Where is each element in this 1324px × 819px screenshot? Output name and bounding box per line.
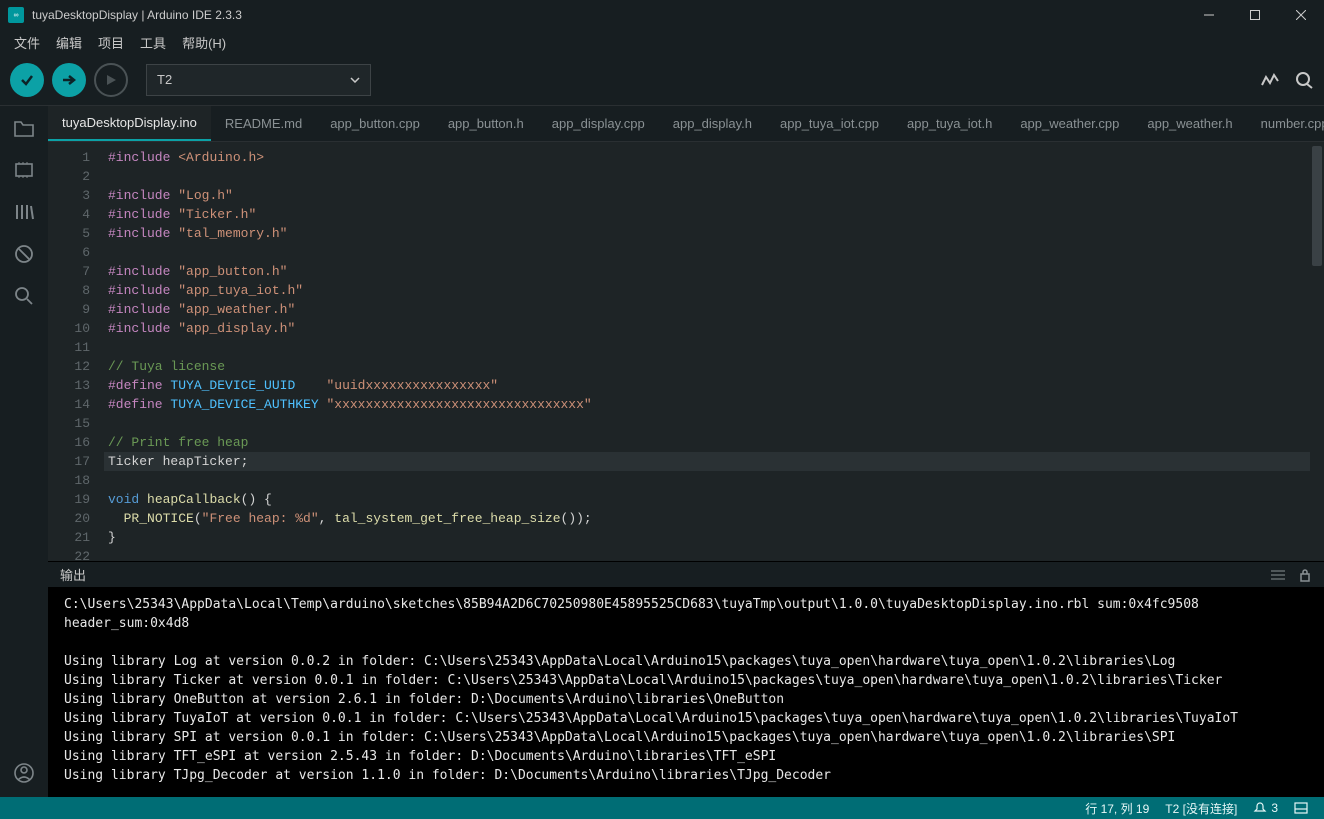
app-logo-icon: ∞ — [8, 7, 24, 23]
code-editor[interactable]: 1234567891011121314151617181920212223 #i… — [48, 142, 1324, 561]
window-controls — [1186, 0, 1324, 30]
code-line[interactable]: #include <Arduino.h> — [104, 148, 1310, 167]
code-line[interactable] — [104, 167, 1310, 186]
code-line[interactable]: #include "app_display.h" — [104, 319, 1310, 338]
serial-plotter-icon[interactable] — [1260, 71, 1280, 89]
maximize-button[interactable] — [1232, 0, 1278, 30]
status-cursor[interactable]: 行 17, 列 19 — [1077, 800, 1157, 817]
debug-icon[interactable] — [12, 242, 36, 266]
upload-button[interactable] — [52, 63, 86, 97]
main-area: tuyaDesktopDisplay.inoREADME.mdapp_butto… — [0, 106, 1324, 797]
tab-README-md[interactable]: README.md — [211, 106, 316, 141]
editor-tabs: tuyaDesktopDisplay.inoREADME.mdapp_butto… — [48, 106, 1324, 142]
sketchbook-icon[interactable] — [12, 116, 36, 140]
output-panel[interactable]: C:\Users\25343\AppData\Local\Temp\arduin… — [48, 587, 1324, 797]
status-close-panel[interactable] — [1286, 802, 1316, 814]
vertical-scrollbar[interactable] — [1310, 142, 1324, 561]
menu-sketch[interactable]: 项目 — [90, 33, 132, 52]
output-title: 输出 — [60, 565, 86, 584]
chevron-down-icon — [350, 77, 360, 83]
code-line[interactable]: // Print free heap — [104, 433, 1310, 452]
code-line[interactable]: Ticker heapTicker; — [104, 452, 1310, 471]
tab-app-weather-h[interactable]: app_weather.h — [1133, 106, 1246, 141]
code-line[interactable] — [104, 338, 1310, 357]
board-selector[interactable]: T2 — [146, 64, 371, 96]
library-manager-icon[interactable] — [12, 200, 36, 224]
account-icon[interactable] — [12, 761, 36, 785]
close-button[interactable] — [1278, 0, 1324, 30]
code-area[interactable]: #include <Arduino.h>#include "Log.h"#inc… — [104, 142, 1310, 561]
tab-app-weather-cpp[interactable]: app_weather.cpp — [1006, 106, 1133, 141]
output-options-icon[interactable] — [1270, 568, 1286, 582]
output-header: 输出 — [48, 561, 1324, 587]
window-title: tuyaDesktopDisplay | Arduino IDE 2.3.3 — [32, 8, 1186, 22]
code-line[interactable]: PR_NOTICE("Free heap: %d", tal_system_ge… — [104, 509, 1310, 528]
code-line[interactable]: // Tuya license — [104, 357, 1310, 376]
tab-app-display-h[interactable]: app_display.h — [659, 106, 766, 141]
menu-help[interactable]: 帮助(H) — [174, 33, 234, 52]
tab-app-button-h[interactable]: app_button.h — [434, 106, 538, 141]
tab-app-tuya-iot-cpp[interactable]: app_tuya_iot.cpp — [766, 106, 893, 141]
board-selector-label: T2 — [157, 72, 172, 87]
minimize-button[interactable] — [1186, 0, 1232, 30]
sidebar — [0, 106, 48, 797]
status-notif-count: 3 — [1271, 801, 1278, 815]
content-area: tuyaDesktopDisplay.inoREADME.mdapp_butto… — [48, 106, 1324, 797]
code-line[interactable]: } — [104, 528, 1310, 547]
tab-tuyaDesktopDisplay-ino[interactable]: tuyaDesktopDisplay.ino — [48, 106, 211, 141]
code-line[interactable] — [104, 243, 1310, 262]
scrollbar-thumb[interactable] — [1312, 146, 1322, 266]
code-line[interactable]: void heapCallback() { — [104, 490, 1310, 509]
menubar: 文件 编辑 项目 工具 帮助(H) — [0, 30, 1324, 54]
debug-button[interactable] — [94, 63, 128, 97]
tab-app-display-cpp[interactable]: app_display.cpp — [538, 106, 659, 141]
line-gutter: 1234567891011121314151617181920212223 — [48, 142, 104, 561]
code-line[interactable] — [104, 471, 1310, 490]
menu-edit[interactable]: 编辑 — [48, 33, 90, 52]
menu-tools[interactable]: 工具 — [132, 33, 174, 52]
toolbar: T2 — [0, 54, 1324, 106]
code-line[interactable]: #include "app_weather.h" — [104, 300, 1310, 319]
output-lock-icon[interactable] — [1298, 568, 1312, 582]
menu-file[interactable]: 文件 — [6, 33, 48, 52]
code-line[interactable]: #include "Log.h" — [104, 186, 1310, 205]
code-line[interactable]: #define TUYA_DEVICE_AUTHKEY "xxxxxxxxxxx… — [104, 395, 1310, 414]
boards-manager-icon[interactable] — [12, 158, 36, 182]
bell-icon — [1253, 801, 1267, 815]
status-notifications[interactable]: 3 — [1245, 801, 1286, 815]
status-board[interactable]: T2 [没有连接] — [1157, 800, 1245, 817]
tab-app-button-cpp[interactable]: app_button.cpp — [316, 106, 434, 141]
code-line[interactable] — [104, 414, 1310, 433]
tab-number-cpp[interactable]: number.cpp — [1247, 106, 1324, 141]
code-line[interactable]: #define TUYA_DEVICE_UUID "uuidxxxxxxxxxx… — [104, 376, 1310, 395]
verify-button[interactable] — [10, 63, 44, 97]
search-icon[interactable] — [12, 284, 36, 308]
code-line[interactable]: #include "Ticker.h" — [104, 205, 1310, 224]
code-line[interactable]: #include "app_tuya_iot.h" — [104, 281, 1310, 300]
code-line[interactable]: #include "tal_memory.h" — [104, 224, 1310, 243]
code-line[interactable] — [104, 547, 1310, 561]
titlebar: ∞ tuyaDesktopDisplay | Arduino IDE 2.3.3 — [0, 0, 1324, 30]
statusbar: 行 17, 列 19 T2 [没有连接] 3 — [0, 797, 1324, 819]
code-line[interactable]: #include "app_button.h" — [104, 262, 1310, 281]
serial-monitor-icon[interactable] — [1294, 71, 1314, 89]
tab-app-tuya-iot-h[interactable]: app_tuya_iot.h — [893, 106, 1006, 141]
